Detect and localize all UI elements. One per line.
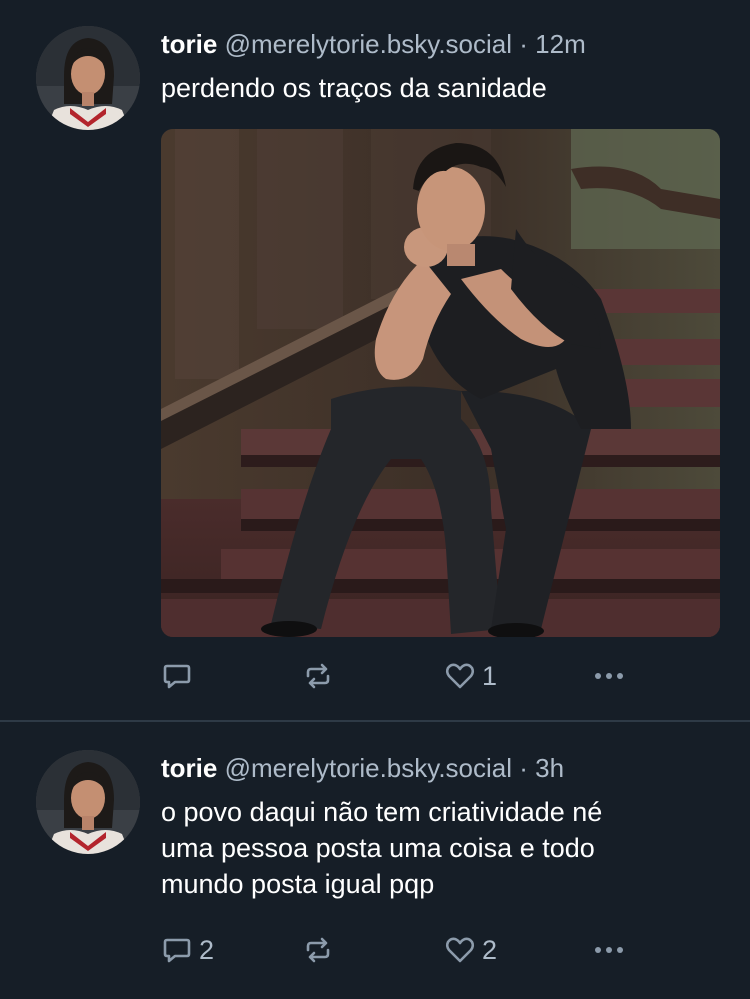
repost-icon — [306, 937, 330, 963]
post-item[interactable]: torie @merelytorie.bsky.social · 12m per… — [0, 0, 750, 721]
separator-dot: · — [519, 753, 528, 783]
author-display-name[interactable]: torie — [161, 29, 217, 59]
heart-icon — [445, 663, 475, 689]
post-text-line: mundo posta igual pqp — [161, 869, 435, 899]
post-header: torie @merelytorie.bsky.social · 12m — [161, 28, 586, 60]
post-text: o povo daqui não tem criatividade né uma… — [161, 794, 731, 902]
post-actions: 1 — [161, 659, 641, 693]
repost-icon — [306, 663, 330, 689]
post-text-line: uma pessoa posta uma coisa e todo — [161, 833, 595, 863]
post-timestamp[interactable]: 12m — [535, 29, 586, 59]
reply-icon — [163, 938, 191, 963]
author-display-name[interactable]: torie — [161, 753, 217, 783]
man-on-stairs-photo — [161, 129, 720, 637]
reply-button[interactable]: 2 — [161, 933, 214, 967]
heart-icon — [445, 937, 475, 963]
avatar-photo — [36, 750, 140, 854]
post-image[interactable] — [161, 129, 720, 637]
separator-dot: · — [519, 29, 528, 59]
post-text: perdendo os traços da sanidade — [161, 70, 731, 106]
reply-button[interactable] — [161, 659, 199, 693]
post-timestamp[interactable]: 3h — [535, 753, 564, 783]
more-options-button[interactable] — [591, 659, 627, 693]
post-text-line: o povo daqui não tem criatividade né — [161, 797, 603, 827]
author-handle[interactable]: @merelytorie.bsky.social — [225, 753, 512, 783]
more-options-icon — [595, 673, 623, 679]
author-handle[interactable]: @merelytorie.bsky.social — [225, 29, 512, 59]
like-count: 1 — [482, 661, 498, 691]
like-button[interactable]: 2 — [444, 933, 497, 967]
reply-icon — [163, 664, 191, 689]
avatar-photo — [36, 26, 140, 130]
post-item[interactable]: torie @merelytorie.bsky.social · 3h o po… — [0, 722, 750, 999]
post-actions: 2 2 — [161, 933, 641, 967]
post-header: torie @merelytorie.bsky.social · 3h — [161, 752, 564, 784]
like-button[interactable]: 1 — [444, 659, 497, 693]
more-options-button[interactable] — [591, 933, 627, 967]
repost-button[interactable] — [302, 933, 334, 967]
repost-button[interactable] — [302, 659, 334, 693]
post-text-line: perdendo os traços da sanidade — [161, 73, 547, 103]
author-avatar[interactable] — [36, 750, 140, 854]
reply-count: 2 — [199, 935, 215, 965]
more-options-icon — [595, 947, 623, 953]
author-avatar[interactable] — [36, 26, 140, 130]
like-count: 2 — [482, 935, 498, 965]
